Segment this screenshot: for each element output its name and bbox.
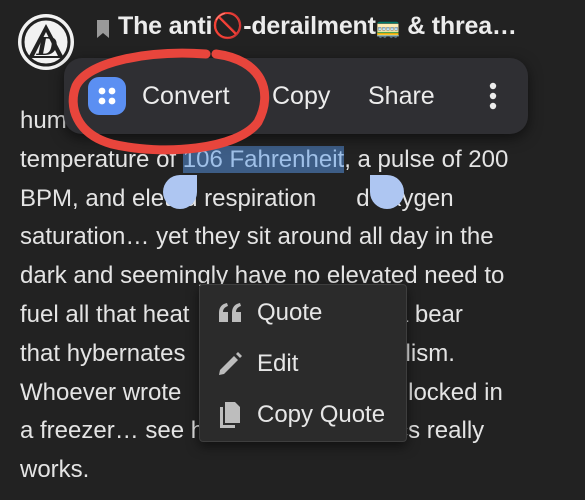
- post-line-2: temperature of 106 Fahrenheit, a pulse o…: [20, 145, 509, 173]
- edit-button[interactable]: Edit: [200, 338, 406, 390]
- svg-text:D: D: [36, 32, 58, 61]
- convert-label: Convert: [142, 81, 230, 110]
- share-label: Share: [368, 81, 435, 110]
- share-button[interactable]: Share: [368, 58, 435, 134]
- screen: hum temperature of 106 Fahrenheit, a pul…: [0, 0, 585, 500]
- copy-quote-button[interactable]: Copy Quote: [200, 389, 406, 441]
- copy-button[interactable]: Copy: [272, 58, 330, 134]
- quote-button[interactable]: Quote: [200, 287, 406, 339]
- post-line-3: BPM, and eleted respiration d oxygen: [20, 184, 454, 212]
- text-selection-toolbar: Convert Copy Share: [64, 58, 528, 134]
- post-line-10: works.: [20, 456, 90, 484]
- copy-label: Copy: [272, 81, 331, 110]
- selection-handle-end[interactable]: [370, 175, 404, 209]
- post-line-4: saturation… yet they sit around all day …: [20, 223, 494, 251]
- copy-quote-label: Copy Quote: [257, 401, 386, 428]
- bookmark-icon[interactable]: [96, 19, 110, 39]
- copy-icon: [215, 400, 245, 430]
- more-vertical-icon: [489, 82, 497, 110]
- tram-emoji-icon: 🚃: [375, 17, 401, 39]
- convert-app-icon: [88, 77, 126, 115]
- convert-button[interactable]: Convert: [88, 58, 230, 134]
- selected-text[interactable]: 106 Fahrenheit: [182, 145, 345, 173]
- topic-header: D The anti🚫-derailment🚃 & threa…: [0, 0, 585, 70]
- topic-title[interactable]: The anti🚫-derailment🚃 & threa…: [118, 12, 578, 41]
- selection-handle-start[interactable]: [163, 175, 197, 209]
- no-entry-emoji-icon: 🚫: [212, 12, 244, 40]
- edit-label: Edit: [257, 350, 299, 377]
- more-options-button[interactable]: [478, 58, 508, 134]
- pencil-icon: [215, 349, 245, 379]
- quote-label: Quote: [257, 299, 323, 326]
- quote-popup-menu: Quote Edit Copy Quote: [199, 284, 407, 442]
- quote-icon: [215, 298, 245, 328]
